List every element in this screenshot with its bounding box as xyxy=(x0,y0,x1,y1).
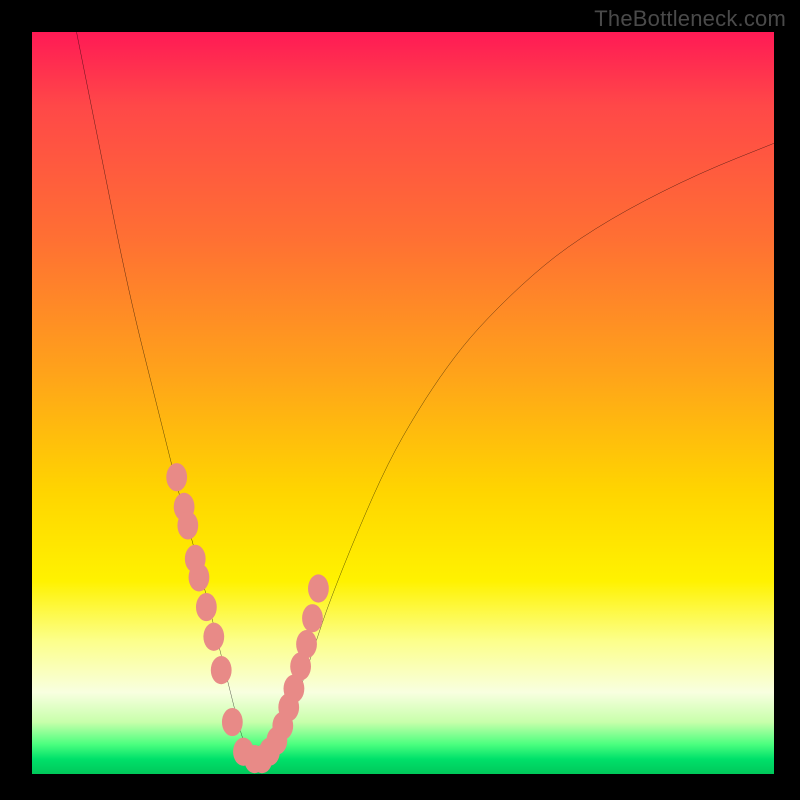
highlight-dot xyxy=(177,511,198,539)
chart-frame: TheBottleneck.com xyxy=(0,0,800,800)
highlight-dot xyxy=(211,656,232,684)
highlight-dot xyxy=(166,463,187,491)
highlight-dot xyxy=(222,708,243,736)
highlight-dot xyxy=(203,623,224,651)
highlight-dot xyxy=(296,630,317,658)
bottleneck-curve-path xyxy=(77,32,774,759)
plot-area xyxy=(32,32,774,774)
watermark-text: TheBottleneck.com xyxy=(594,6,786,32)
highlight-dot xyxy=(196,593,217,621)
highlight-dot xyxy=(308,574,329,602)
highlight-dot xyxy=(302,604,323,632)
highlight-dots-group xyxy=(166,463,328,773)
highlight-dot xyxy=(189,563,210,591)
curve-layer xyxy=(32,32,774,774)
